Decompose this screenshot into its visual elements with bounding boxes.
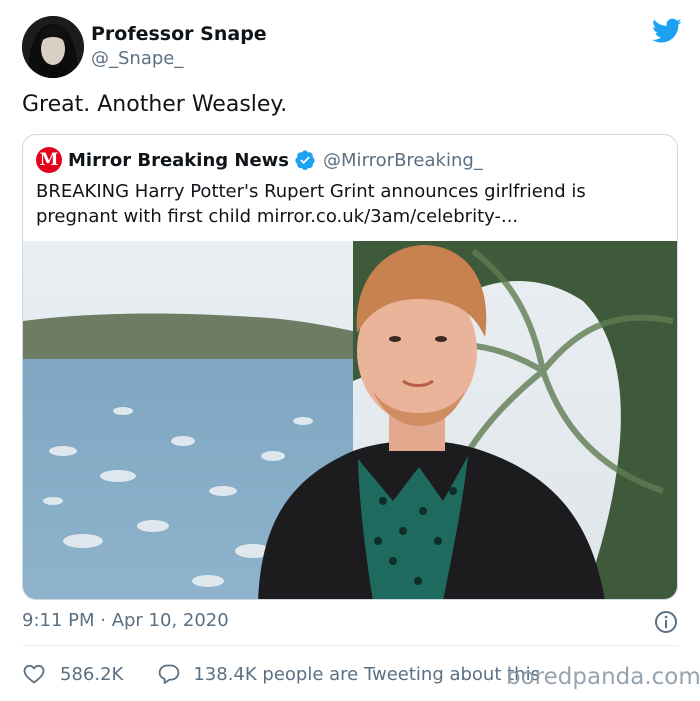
author-handle[interactable]: @_Snape_ bbox=[91, 47, 267, 71]
tweet-timestamp[interactable]: 9:11 PM · Apr 10, 2020 bbox=[22, 609, 229, 633]
engagement-bar: 586.2K 138.4K people are Tweeting about … bbox=[22, 660, 540, 688]
author-display-name[interactable]: Professor Snape bbox=[91, 22, 267, 46]
reply-action[interactable]: 138.4K people are Tweeting about this bbox=[157, 662, 540, 686]
heart-icon[interactable] bbox=[22, 662, 46, 686]
speech-bubble-icon[interactable] bbox=[157, 662, 181, 686]
quoted-tweet-card[interactable]: M Mirror Breaking News @MirrorBreaking_ … bbox=[22, 134, 678, 600]
info-icon[interactable] bbox=[654, 610, 678, 634]
twitter-bird-icon[interactable] bbox=[652, 18, 682, 44]
verified-badge-icon bbox=[295, 150, 315, 170]
quoted-display-name[interactable]: Mirror Breaking News bbox=[68, 150, 289, 171]
tweet-header: Professor Snape @_Snape_ bbox=[22, 14, 682, 80]
mirror-logo-icon[interactable]: M bbox=[36, 147, 62, 173]
author-names: Professor Snape @_Snape_ bbox=[91, 22, 267, 71]
quoted-tweet-photo[interactable] bbox=[23, 241, 678, 600]
avatar[interactable] bbox=[22, 16, 84, 78]
quoted-tweet-header: M Mirror Breaking News @MirrorBreaking_ bbox=[36, 147, 483, 173]
divider bbox=[22, 645, 678, 646]
tweeting-about-text[interactable]: 138.4K people are Tweeting about this bbox=[193, 664, 540, 685]
like-count[interactable]: 586.2K bbox=[60, 664, 123, 685]
tweet-text: Great. Another Weasley. bbox=[22, 92, 288, 117]
quoted-handle[interactable]: @MirrorBreaking_ bbox=[323, 150, 483, 171]
quoted-tweet-text: BREAKING Harry Potter's Rupert Grint ann… bbox=[36, 181, 586, 227]
watermark: boredpanda.com bbox=[506, 664, 700, 690]
